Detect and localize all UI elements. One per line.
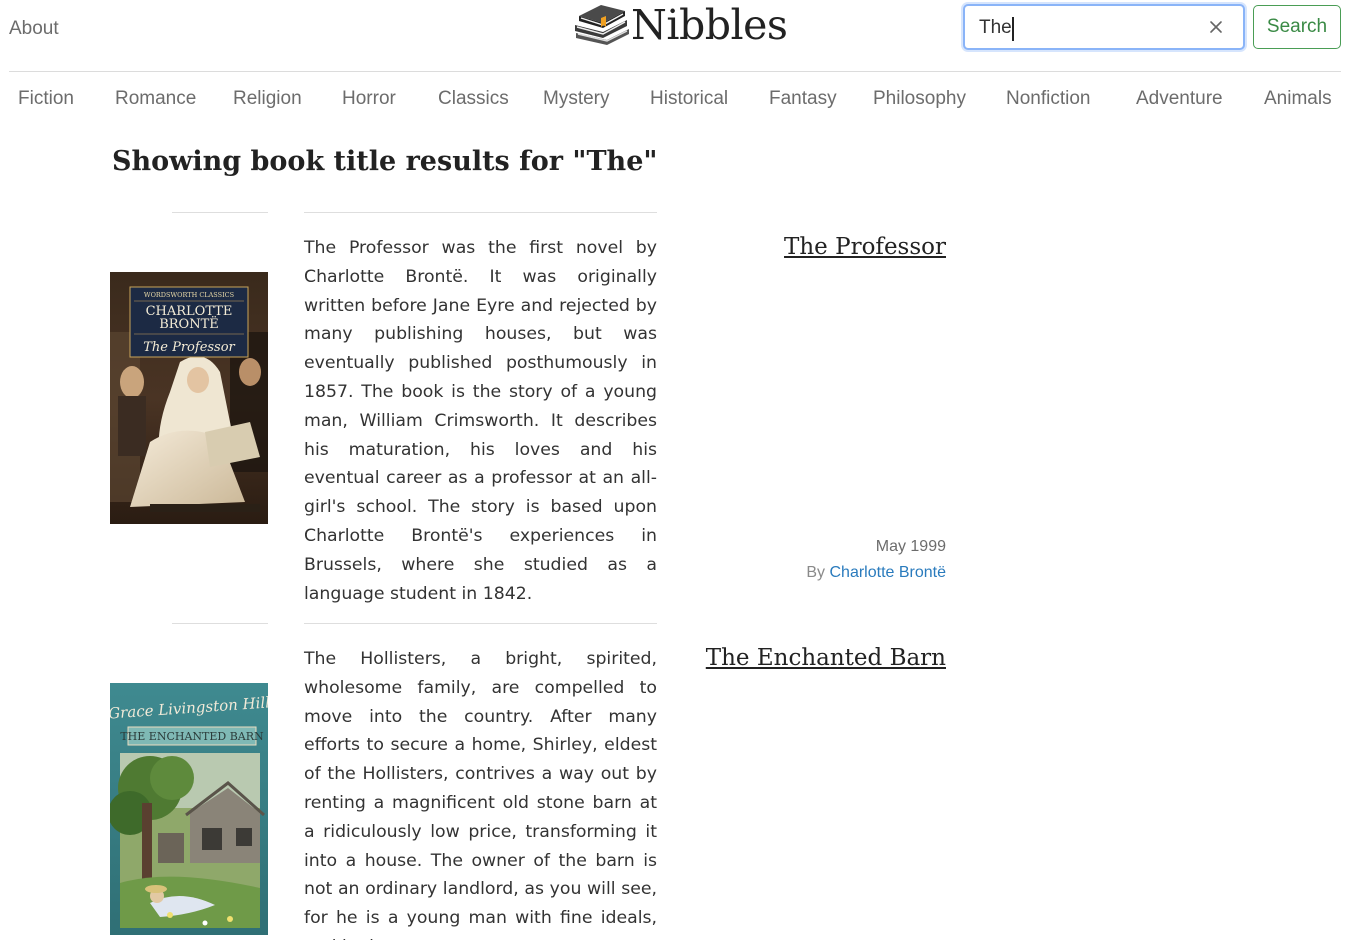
books-stack-icon bbox=[575, 5, 629, 45]
category-fiction[interactable]: Fiction bbox=[18, 88, 74, 110]
book-description: The Professor was the first novel by Cha… bbox=[304, 238, 657, 604]
category-horror[interactable]: Horror bbox=[342, 88, 396, 110]
category-nav: Fiction Romance Religion Horror Classics… bbox=[0, 88, 1358, 116]
book-divider bbox=[172, 212, 268, 213]
results-heading: Showing book title results for "The" bbox=[112, 146, 657, 177]
book-description: The Hollisters, a bright, spirited, whol… bbox=[304, 649, 657, 940]
cover-series: WORDSWORTH CLASSICS bbox=[144, 291, 234, 299]
text-caret bbox=[1012, 17, 1014, 41]
book-cover-enchanted-barn[interactable]: Grace Livingston Hill THE ENCHANTED BARN bbox=[110, 683, 268, 935]
category-fantasy[interactable]: Fantasy bbox=[769, 88, 837, 110]
book-cover-professor[interactable]: WORDSWORTH CLASSICS CHARLOTTE BRONTË The… bbox=[110, 272, 268, 524]
heading-prefix: Showing book title results for " bbox=[112, 146, 587, 177]
author-prefix: By bbox=[806, 564, 830, 581]
book-title[interactable]: The Enchanted Barn bbox=[706, 645, 946, 671]
category-classics[interactable]: Classics bbox=[438, 88, 509, 110]
search-query: The bbox=[586, 146, 644, 177]
category-nonfiction[interactable]: Nonfiction bbox=[1006, 88, 1091, 110]
about-link[interactable]: About bbox=[9, 18, 59, 40]
book-title[interactable]: The Professor bbox=[784, 234, 946, 260]
category-mystery[interactable]: Mystery bbox=[543, 88, 610, 110]
book-divider bbox=[304, 212, 657, 213]
category-adventure[interactable]: Adventure bbox=[1136, 88, 1223, 110]
category-animals[interactable]: Animals bbox=[1264, 88, 1332, 110]
clear-search-icon[interactable] bbox=[1205, 16, 1227, 38]
search-button[interactable]: Search bbox=[1253, 5, 1341, 49]
book-author: By Charlotte Brontë bbox=[806, 564, 946, 582]
header-divider bbox=[9, 71, 1341, 72]
category-historical[interactable]: Historical bbox=[650, 88, 728, 110]
search-field[interactable] bbox=[963, 4, 1245, 50]
brand-logo-link[interactable]: Nibbles bbox=[573, 0, 788, 50]
cover-title: The Professor bbox=[143, 340, 235, 355]
book-divider bbox=[304, 623, 657, 624]
category-romance[interactable]: Romance bbox=[115, 88, 196, 110]
category-philosophy[interactable]: Philosophy bbox=[873, 88, 966, 110]
brand-name: Nibbles bbox=[631, 1, 788, 49]
author-link[interactable]: Charlotte Brontë bbox=[829, 564, 946, 581]
cover-title: THE ENCHANTED BARN bbox=[120, 730, 264, 743]
heading-suffix: " bbox=[643, 146, 658, 177]
book-date: May 1999 bbox=[875, 538, 946, 555]
book-divider bbox=[172, 623, 268, 624]
category-religion[interactable]: Religion bbox=[233, 88, 302, 110]
cover-author-line2: BRONTË bbox=[159, 315, 219, 332]
